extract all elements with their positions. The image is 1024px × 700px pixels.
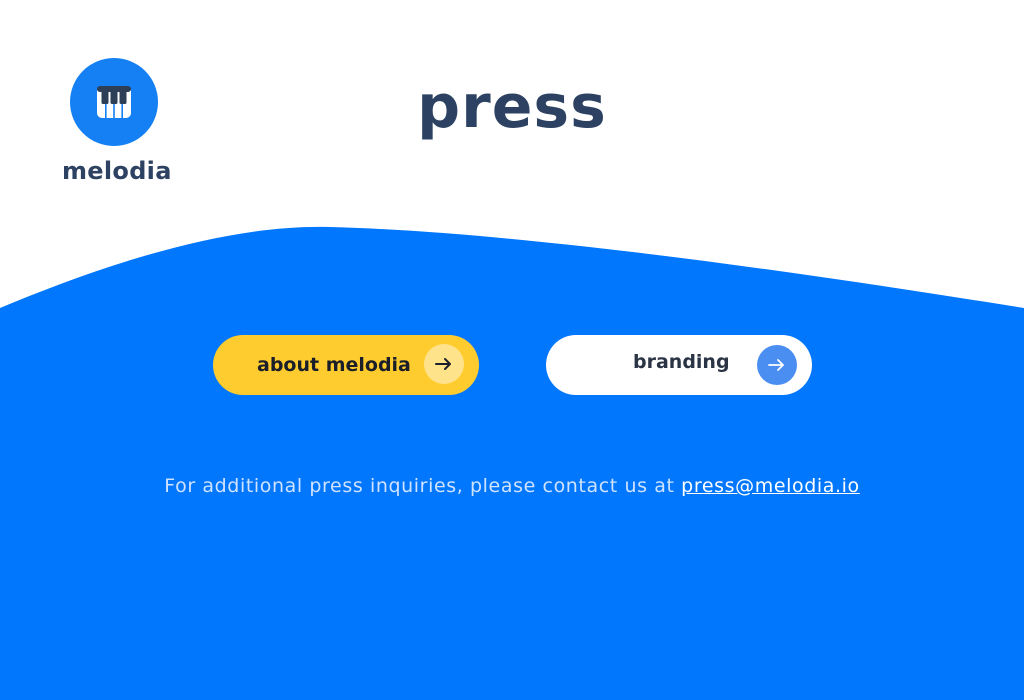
arrow-right-icon bbox=[757, 345, 797, 385]
brand-name: melodia bbox=[62, 157, 172, 185]
press-contact-note: For additional press inquiries, please c… bbox=[0, 475, 1024, 497]
arrow-right-icon bbox=[424, 344, 464, 384]
contact-text: For additional press inquiries, please c… bbox=[164, 475, 682, 497]
press-email-link[interactable]: press@melodia.io bbox=[681, 475, 860, 497]
press-page: melodia press about melodia branding For… bbox=[0, 0, 1024, 700]
branding-button[interactable]: branding bbox=[546, 335, 812, 395]
page-title: press bbox=[417, 72, 607, 142]
about-melodia-button[interactable]: about melodia bbox=[213, 335, 479, 395]
about-melodia-label: about melodia bbox=[257, 354, 411, 376]
branding-label: branding bbox=[633, 351, 730, 373]
